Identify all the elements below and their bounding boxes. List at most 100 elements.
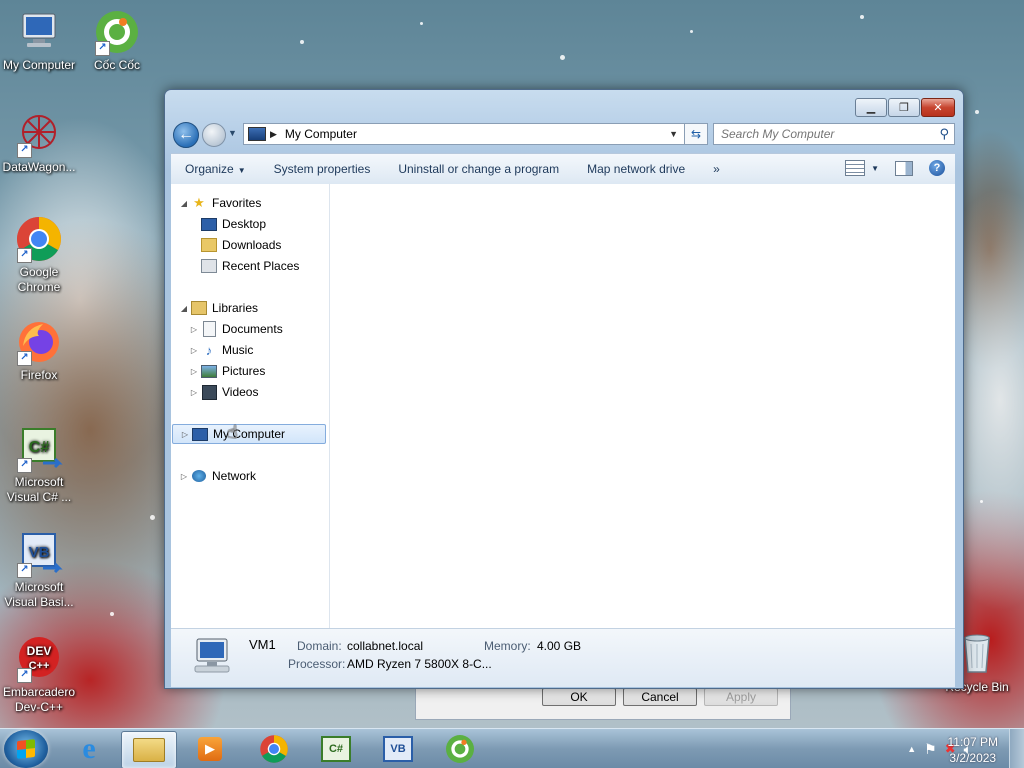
memory-value: 4.00 GB <box>537 639 582 653</box>
expand-arrow-icon[interactable]: ◢ <box>179 199 189 208</box>
desktop-icon-google-chrome[interactable]: ↗ Google Chrome <box>0 215 78 295</box>
desktop-icon-datawagon[interactable]: ↗ DataWagon... <box>0 110 78 175</box>
datawagon-icon: ↗ <box>15 110 63 158</box>
action-center-flag-icon[interactable]: ⚑ <box>924 741 937 758</box>
internet-explorer-icon: e <box>82 732 96 765</box>
taskbar-visual-csharp[interactable]: C# <box>309 731 363 767</box>
collapsed-arrow-icon[interactable]: ▷ <box>189 346 199 355</box>
tree-item-desktop[interactable]: Desktop <box>189 214 266 234</box>
forward-button[interactable] <box>202 123 226 147</box>
coccoc-browser-icon: ↗ <box>93 8 141 56</box>
tree-item-documents[interactable]: ▷ Documents <box>189 319 283 339</box>
map-network-drive-button[interactable]: Map network drive <box>573 162 699 176</box>
command-bar: Organize ▼ System properties Uninstall or… <box>171 153 955 185</box>
snowflake <box>690 30 693 33</box>
taskbar-google-chrome[interactable] <box>247 731 301 767</box>
breadcrumb-chevron-icon[interactable]: ▶ <box>270 129 277 140</box>
close-button[interactable]: ✕ <box>921 98 955 117</box>
libraries-icon <box>191 301 207 315</box>
desktop-icon-dev-cpp[interactable]: DEV C++ ↗ Embarcadero Dev-C++ <box>0 635 78 715</box>
search-input[interactable] <box>719 126 933 142</box>
collapsed-arrow-icon[interactable]: ▷ <box>180 430 190 439</box>
collapsed-arrow-icon[interactable]: ▷ <box>179 472 189 481</box>
taskbar-internet-explorer[interactable]: e <box>62 731 116 767</box>
tree-item-music[interactable]: ▷ ♪ Music <box>189 340 253 360</box>
cancel-button[interactable]: Cancel <box>623 688 697 706</box>
restore-button[interactable]: ❐ <box>888 98 920 117</box>
uninstall-program-button[interactable]: Uninstall or change a program <box>384 162 573 176</box>
coccoc-browser-icon <box>446 735 474 763</box>
taskbar-windows-explorer[interactable] <box>121 731 177 768</box>
desktop-icon-label: Embarcadero Dev-C++ <box>2 685 76 714</box>
tree-item-network[interactable]: ▷ Network <box>179 466 256 486</box>
tree-item-label: Documents <box>222 322 283 336</box>
change-view-button[interactable]: ▼ <box>845 160 879 176</box>
downloads-folder-icon <box>201 238 217 252</box>
show-desktop-button[interactable] <box>1009 729 1024 768</box>
desktop: My Computer ↗ Cốc Cốc ↗ DataWagon... ↗ G… <box>0 0 1024 768</box>
refresh-button[interactable]: ⇆ <box>684 123 708 145</box>
navigation-pane: ◢ ★ Favorites Desktop Downloads Recent P… <box>171 184 330 628</box>
hand-cursor-icon: ☝ <box>227 422 238 442</box>
show-hidden-icons-button[interactable]: ▲ <box>907 744 916 754</box>
apply-button: Apply <box>704 688 778 706</box>
tree-item-pictures[interactable]: ▷ Pictures <box>189 361 265 381</box>
organize-menu[interactable]: Organize ▼ <box>171 162 260 176</box>
help-icon[interactable]: ? <box>929 160 945 176</box>
chevron-down-icon: ▼ <box>237 166 246 175</box>
tree-item-favorites[interactable]: ◢ ★ Favorites <box>179 193 261 213</box>
tree-item-label: Pictures <box>222 364 266 378</box>
shortcut-arrow-icon: ↗ <box>17 668 32 683</box>
preview-pane-icon[interactable] <box>895 160 913 176</box>
collapsed-arrow-icon[interactable]: ▷ <box>189 325 199 334</box>
taskbar-coc-coc[interactable] <box>433 731 487 767</box>
tree-item-libraries[interactable]: ◢ Libraries <box>179 298 258 318</box>
shortcut-arrow-icon: ↗ <box>17 458 32 473</box>
expand-arrow-icon[interactable]: ◢ <box>179 304 189 313</box>
address-location[interactable]: My Computer <box>285 127 357 141</box>
details-pane: VM1 Domain: collabnet.local Memory: 4.00… <box>171 628 955 687</box>
file-list-pane[interactable] <box>330 184 955 628</box>
search-box[interactable]: ⚲ <box>713 123 955 145</box>
taskbar-visual-basic[interactable]: VB <box>371 731 425 767</box>
address-dropdown-icon[interactable]: ▼ <box>669 129 678 139</box>
recent-places-icon <box>201 259 217 273</box>
tree-item-downloads[interactable]: Downloads <box>189 235 281 255</box>
desktop-icon-visual-basic[interactable]: VB ↗ Microsoft Visual Basi... <box>0 530 78 610</box>
recent-pages-dropdown[interactable]: ▼ <box>228 128 237 138</box>
tree-item-recent-places[interactable]: Recent Places <box>189 256 299 276</box>
processor-value: AMD Ryzen 7 5800X 8-C... <box>347 657 492 671</box>
address-bar[interactable]: ▶ My Computer ▼ <box>243 123 685 145</box>
collapsed-arrow-icon[interactable]: ▷ <box>189 367 199 376</box>
ok-button[interactable]: OK <box>542 688 616 706</box>
desktop-folder-icon <box>201 217 217 231</box>
close-icon: ✕ <box>933 102 943 114</box>
explorer-content: ◢ ★ Favorites Desktop Downloads Recent P… <box>171 184 955 628</box>
taskbar-media-player[interactable]: ▶ <box>183 731 237 767</box>
desktop-icon-firefox[interactable]: ↗ Firefox <box>0 318 78 383</box>
computer-icon <box>248 127 266 141</box>
more-commands-button[interactable]: » <box>699 162 734 176</box>
computer-icon <box>15 8 63 56</box>
view-controls: ▼ ? <box>845 160 945 176</box>
desktop-icon-my-computer[interactable]: My Computer <box>0 8 78 73</box>
start-button[interactable] <box>4 730 48 768</box>
svg-text:C#: C# <box>29 439 50 456</box>
minimize-button[interactable]: ▁ <box>855 98 887 117</box>
desktop-icon-label: Microsoft Visual C# ... <box>6 475 72 504</box>
clock[interactable]: 11:07 PM 3/2/2023 <box>948 734 998 766</box>
back-button[interactable]: ← <box>173 122 199 148</box>
system-properties-button[interactable]: System properties <box>260 162 385 176</box>
desktop-icon-visual-csharp[interactable]: C# ↗ Microsoft Visual C# ... <box>0 425 78 505</box>
tree-item-label: Videos <box>222 385 259 399</box>
film-strip-icon <box>201 384 217 400</box>
tree-item-videos[interactable]: ▷ Videos <box>189 382 258 402</box>
desktop-icon-coc-coc[interactable]: ↗ Cốc Cốc <box>78 8 156 73</box>
explorer-window: ▁ ❐ ✕ ← ▼ ▶ My Computer ▼ ⇆ ⚲ Organize▼ <box>164 89 964 689</box>
minimize-icon: ▁ <box>866 102 876 114</box>
domain-label: Domain: <box>297 639 342 653</box>
tree-item-my-computer[interactable]: ▷ My Computer <box>172 424 326 444</box>
chrome-icon <box>260 735 288 763</box>
search-icon[interactable]: ⚲ <box>939 126 949 142</box>
collapsed-arrow-icon[interactable]: ▷ <box>189 388 199 397</box>
